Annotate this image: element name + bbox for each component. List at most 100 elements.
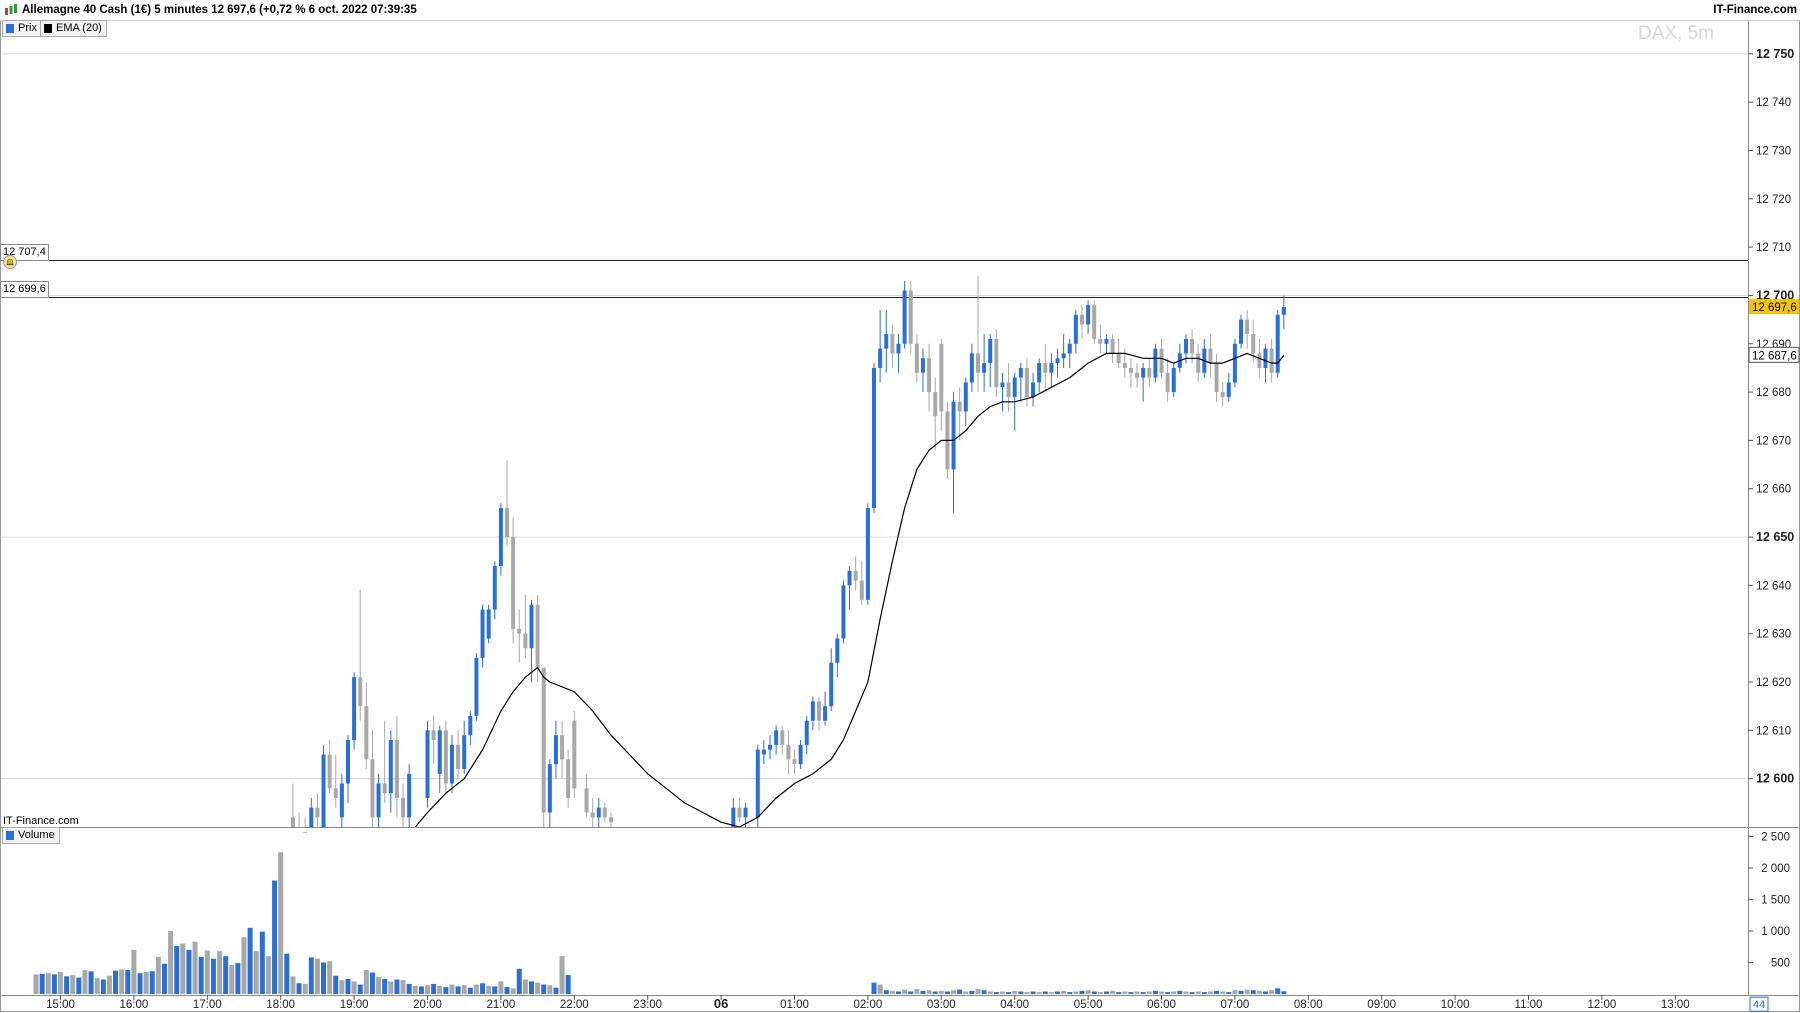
candle-down xyxy=(303,817,308,833)
candle-body xyxy=(492,566,497,610)
candle-up xyxy=(1104,334,1109,354)
volume-bar xyxy=(363,970,369,994)
price-tick-label: 12 730 xyxy=(1756,145,1791,157)
volume-bar xyxy=(186,949,192,994)
volume-bar xyxy=(247,927,253,994)
candle-up xyxy=(878,309,883,383)
candle-up xyxy=(872,363,877,513)
candle-body xyxy=(1024,367,1029,397)
candle-down xyxy=(382,720,387,803)
volume-bar xyxy=(1122,991,1128,994)
candle-down xyxy=(1110,334,1115,364)
candle-body xyxy=(1043,363,1048,373)
price-axis[interactable]: 12 75012 74012 73012 72012 71012 70012 6… xyxy=(1748,47,1800,786)
candle-body xyxy=(798,744,803,765)
volume-bar xyxy=(241,937,247,994)
candle-body xyxy=(407,773,412,818)
volume-bar xyxy=(168,930,174,994)
candle-down xyxy=(541,667,546,827)
volume-bar xyxy=(265,956,271,994)
volume-bar xyxy=(1110,990,1116,994)
volume-bar xyxy=(987,991,993,994)
volume-bar xyxy=(498,981,504,994)
candle-down xyxy=(853,556,858,591)
volume-bar xyxy=(302,983,308,994)
volume-bar xyxy=(1159,991,1164,994)
candle-up xyxy=(1031,372,1036,407)
volume-bar xyxy=(284,953,290,994)
volume-bar xyxy=(45,973,51,994)
volume-bar xyxy=(908,991,914,994)
volume-bar xyxy=(369,972,375,994)
candle-up xyxy=(1232,338,1237,388)
time-axis[interactable]: 15:00 16:00 17:00 18:00 19:00 20:00 21:00 22:00… xyxy=(46,995,1690,1011)
candle-up xyxy=(835,633,840,678)
candle-up xyxy=(1086,300,1091,335)
volume-bar xyxy=(321,962,327,994)
candle-body xyxy=(560,735,565,760)
symbol-watermark: DAX, 5m xyxy=(1637,23,1714,44)
volume-bar xyxy=(137,973,143,994)
volume-bar xyxy=(437,985,443,994)
candle-body xyxy=(1122,363,1127,368)
volume-bar xyxy=(1177,990,1183,994)
candle-body xyxy=(382,783,387,794)
volume-bar xyxy=(210,958,216,994)
candle-down xyxy=(505,459,510,547)
candle-body xyxy=(486,609,491,639)
candle-down xyxy=(927,343,932,412)
candle-up xyxy=(553,720,558,779)
candle-body xyxy=(816,701,821,721)
candle-body xyxy=(890,334,895,354)
legend-ema[interactable]: EMA (20) xyxy=(40,20,107,37)
candle-body xyxy=(1269,348,1274,373)
volume-bar xyxy=(1262,991,1268,994)
candle-down xyxy=(456,730,461,779)
candle-up xyxy=(1177,343,1182,373)
candle-body xyxy=(511,537,516,629)
candle-up xyxy=(884,309,889,373)
volume-bar xyxy=(1226,992,1232,994)
volume-bar xyxy=(914,988,920,994)
candle-down xyxy=(1128,358,1133,388)
candle-body xyxy=(878,348,883,368)
candle-body xyxy=(884,334,889,349)
candle-down xyxy=(566,749,571,808)
candle-body xyxy=(498,508,503,567)
candle-down xyxy=(523,595,528,658)
volume-bar xyxy=(272,880,278,994)
volume-bar xyxy=(100,979,106,994)
volume-bar xyxy=(480,983,486,994)
volume-bar xyxy=(119,969,125,994)
candle-up xyxy=(1000,372,1005,412)
candle-body xyxy=(933,392,938,417)
volume-bar xyxy=(308,957,314,994)
candle-up xyxy=(1018,363,1023,402)
candle-body xyxy=(1092,305,1097,339)
volume-bar xyxy=(82,970,88,994)
candle-body xyxy=(1183,338,1188,354)
candle-body xyxy=(1275,314,1280,373)
candle-up xyxy=(823,691,828,726)
candle-body xyxy=(468,715,473,736)
volume-bar xyxy=(975,988,981,994)
volume-bar xyxy=(394,979,400,994)
candle-body xyxy=(566,759,571,799)
alert-bell-icon[interactable] xyxy=(3,255,17,269)
volume-bar xyxy=(1165,992,1171,994)
time-tick-label: 13:00 xyxy=(1661,999,1690,1011)
legend-price[interactable]: Prix xyxy=(2,20,42,37)
candle-up xyxy=(1049,353,1054,388)
candle-body xyxy=(755,749,760,818)
candle-body xyxy=(1239,319,1244,344)
volume-tick-label: 2 000 xyxy=(1761,863,1790,875)
volume-bar xyxy=(1207,991,1213,994)
volume-axis[interactable]: 2 500 2 000 1 500 1 000 500 44 xyxy=(1748,831,1790,1012)
volume-bar xyxy=(39,973,45,994)
current-volume-label: 44 xyxy=(1753,999,1765,1011)
volume-bar xyxy=(1183,991,1189,994)
candle-up xyxy=(468,711,473,745)
volume-bar xyxy=(1128,992,1134,994)
hline-label-lower[interactable]: 12 699,6 xyxy=(0,280,49,298)
legend-volume[interactable]: Volume xyxy=(2,827,60,844)
